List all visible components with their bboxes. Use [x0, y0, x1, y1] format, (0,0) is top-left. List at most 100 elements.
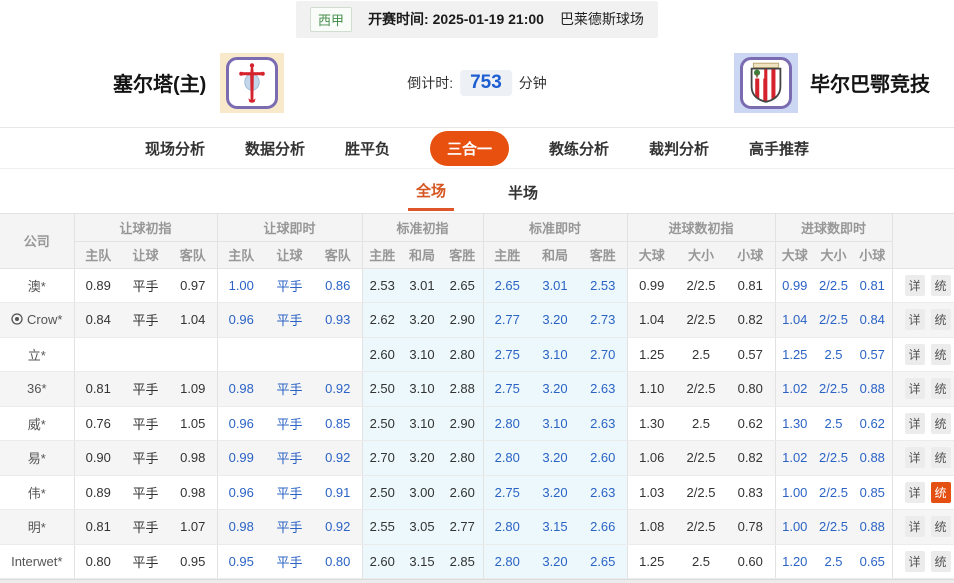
nav-tab-7[interactable]: 高手推荐	[749, 138, 809, 159]
odds-cell-standard_live-3: 2.65	[579, 544, 627, 579]
odds-cell-goals_live-3: 0.88	[853, 510, 892, 545]
company-cell[interactable]: 立*	[0, 337, 74, 372]
odds-cell-standard_initial-2: 3.20	[402, 441, 442, 476]
sub-header-3-3: 客胜	[442, 241, 483, 268]
odds-cell-standard_initial-3: 2.80	[442, 441, 483, 476]
odds-cell-goals_initial-1: 1.30	[627, 406, 676, 441]
odds-cell-handicap_initial-3: 1.07	[169, 510, 217, 545]
odds-cell-standard_initial-3: 2.77	[442, 510, 483, 545]
detail-button[interactable]: 详	[905, 309, 925, 330]
detail-button[interactable]: 详	[905, 413, 925, 434]
nav-tab-1[interactable]: 现场分析	[145, 138, 205, 159]
period-tab-2[interactable]: 半场	[500, 173, 546, 210]
odds-cell-goals_initial-3: 0.80	[726, 372, 775, 407]
odds-cell-handicap_live-3: 0.86	[314, 268, 362, 303]
odds-cell-handicap_initial-2: 平手	[122, 475, 169, 510]
venue-name: 巴莱德斯球场	[560, 9, 644, 29]
odds-cell-goals_initial-2: 2/2.5	[676, 475, 726, 510]
odds-cell-goals_initial-2: 2/2.5	[676, 372, 726, 407]
odds-cell-handicap_initial-2: 平手	[122, 544, 169, 579]
odds-cell-goals_live-2: 2/2.5	[814, 303, 853, 338]
odds-cell-goals_initial-3: 0.81	[726, 268, 775, 303]
odds-row-Interwet: Interwet*0.80平手0.950.95平手0.802.603.152.8…	[0, 544, 954, 579]
stats-button[interactable]: 统	[931, 344, 951, 365]
odds-cell-standard_initial-2: 3.20	[402, 303, 442, 338]
detail-button[interactable]: 详	[905, 516, 925, 537]
stats-button[interactable]: 统	[931, 482, 951, 503]
odds-cell-handicap_live-3: 0.85	[314, 406, 362, 441]
nav-tab-4[interactable]: 三合一	[430, 131, 509, 166]
history-cell: 详统	[892, 441, 954, 476]
odds-cell-standard_live-2: 3.20	[531, 441, 579, 476]
odds-row-伟: 伟*0.89平手0.980.96平手0.912.503.002.602.753.…	[0, 475, 954, 510]
detail-button[interactable]: 详	[905, 344, 925, 365]
odds-cell-goals_live-1: 1.25	[775, 337, 814, 372]
detail-button[interactable]: 详	[905, 447, 925, 468]
period-tab-1[interactable]: 全场	[408, 171, 454, 211]
detail-button[interactable]: 详	[905, 482, 925, 503]
stats-button[interactable]: 统	[931, 378, 951, 399]
stats-button[interactable]: 统	[931, 516, 951, 537]
odds-cell-handicap_live-1: 1.00	[217, 268, 265, 303]
odds-cell-goals_initial-2: 2/2.5	[676, 303, 726, 338]
odds-cell-goals_live-3: 0.88	[853, 441, 892, 476]
odds-cell-handicap_live-1: 0.98	[217, 372, 265, 407]
odds-cell-goals_initial-1: 1.10	[627, 372, 676, 407]
odds-cell-standard_initial-1: 2.60	[362, 544, 402, 579]
odds-cell-standard_live-1: 2.80	[483, 441, 531, 476]
countdown-unit: 分钟	[519, 73, 547, 93]
company-cell[interactable]: 36*	[0, 372, 74, 407]
odds-cell-standard_live-3: 2.60	[579, 441, 627, 476]
odds-cell-standard_initial-2: 3.15	[402, 544, 442, 579]
company-cell[interactable]: 伟*	[0, 475, 74, 510]
odds-cell-goals_live-1: 1.00	[775, 510, 814, 545]
company-cell[interactable]: 易*	[0, 441, 74, 476]
stats-button[interactable]: 统	[931, 447, 951, 468]
odds-cell-goals_live-1: 0.99	[775, 268, 814, 303]
odds-cell-handicap_initial-3: 1.05	[169, 406, 217, 441]
company-cell[interactable]: 澳*	[0, 268, 74, 303]
odds-cell-goals_initial-1: 1.04	[627, 303, 676, 338]
nav-tab-2[interactable]: 数据分析	[245, 138, 305, 159]
stats-button[interactable]: 统	[931, 309, 951, 330]
sub-header-4-1: 主胜	[483, 241, 531, 268]
odds-cell-handicap_live-2	[265, 337, 314, 372]
nav-tab-5[interactable]: 教练分析	[549, 138, 609, 159]
company-cell[interactable]: 威*	[0, 406, 74, 441]
odds-cell-standard_initial-3: 2.80	[442, 337, 483, 372]
odds-row-明: 明*0.81平手1.070.98平手0.922.553.052.772.803.…	[0, 510, 954, 545]
history-cell: 详统	[892, 303, 954, 338]
odds-cell-goals_initial-1: 1.25	[627, 337, 676, 372]
company-cell[interactable]: Interwet*	[0, 544, 74, 579]
odds-cell-goals_live-1: 1.20	[775, 544, 814, 579]
col-group-1: 让球初指	[74, 214, 217, 241]
odds-cell-standard_live-1: 2.75	[483, 475, 531, 510]
detail-button[interactable]: 详	[905, 275, 925, 296]
odds-table: 公司让球初指让球即时标准初指标准即时进球数初指进球数即时历史主队让球客队主队让球…	[0, 214, 954, 579]
sub-header-2-2: 让球	[265, 241, 314, 268]
nav-tab-6[interactable]: 裁判分析	[649, 138, 709, 159]
odds-cell-goals_live-1: 1.30	[775, 406, 814, 441]
stats-button[interactable]: 统	[931, 413, 951, 434]
countdown-label: 倒计时:	[407, 73, 453, 93]
company-cell[interactable]: 明*	[0, 510, 74, 545]
company-cell[interactable]: Crow*	[0, 303, 74, 338]
col-group-2: 让球即时	[217, 214, 362, 241]
odds-cell-goals_live-2: 2.5	[814, 337, 853, 372]
odds-cell-standard_initial-2: 3.10	[402, 372, 442, 407]
odds-cell-goals_live-2: 2/2.5	[814, 372, 853, 407]
stats-button[interactable]: 统	[931, 275, 951, 296]
odds-cell-standard_initial-1: 2.62	[362, 303, 402, 338]
odds-cell-goals_initial-3: 0.60	[726, 544, 775, 579]
odds-cell-standard_live-3: 2.70	[579, 337, 627, 372]
odds-cell-handicap_initial-3: 0.98	[169, 475, 217, 510]
odds-cell-goals_live-3: 0.85	[853, 475, 892, 510]
odds-cell-handicap_live-3: 0.92	[314, 510, 362, 545]
nav-tab-3[interactable]: 胜平负	[345, 138, 390, 159]
odds-row-澳: 澳*0.89平手0.971.00平手0.862.533.012.652.653.…	[0, 268, 954, 303]
detail-button[interactable]: 详	[905, 551, 925, 572]
odds-cell-handicap_initial-3	[169, 337, 217, 372]
detail-button[interactable]: 详	[905, 378, 925, 399]
league-badge: 西甲	[310, 7, 352, 32]
stats-button[interactable]: 统	[931, 551, 951, 572]
